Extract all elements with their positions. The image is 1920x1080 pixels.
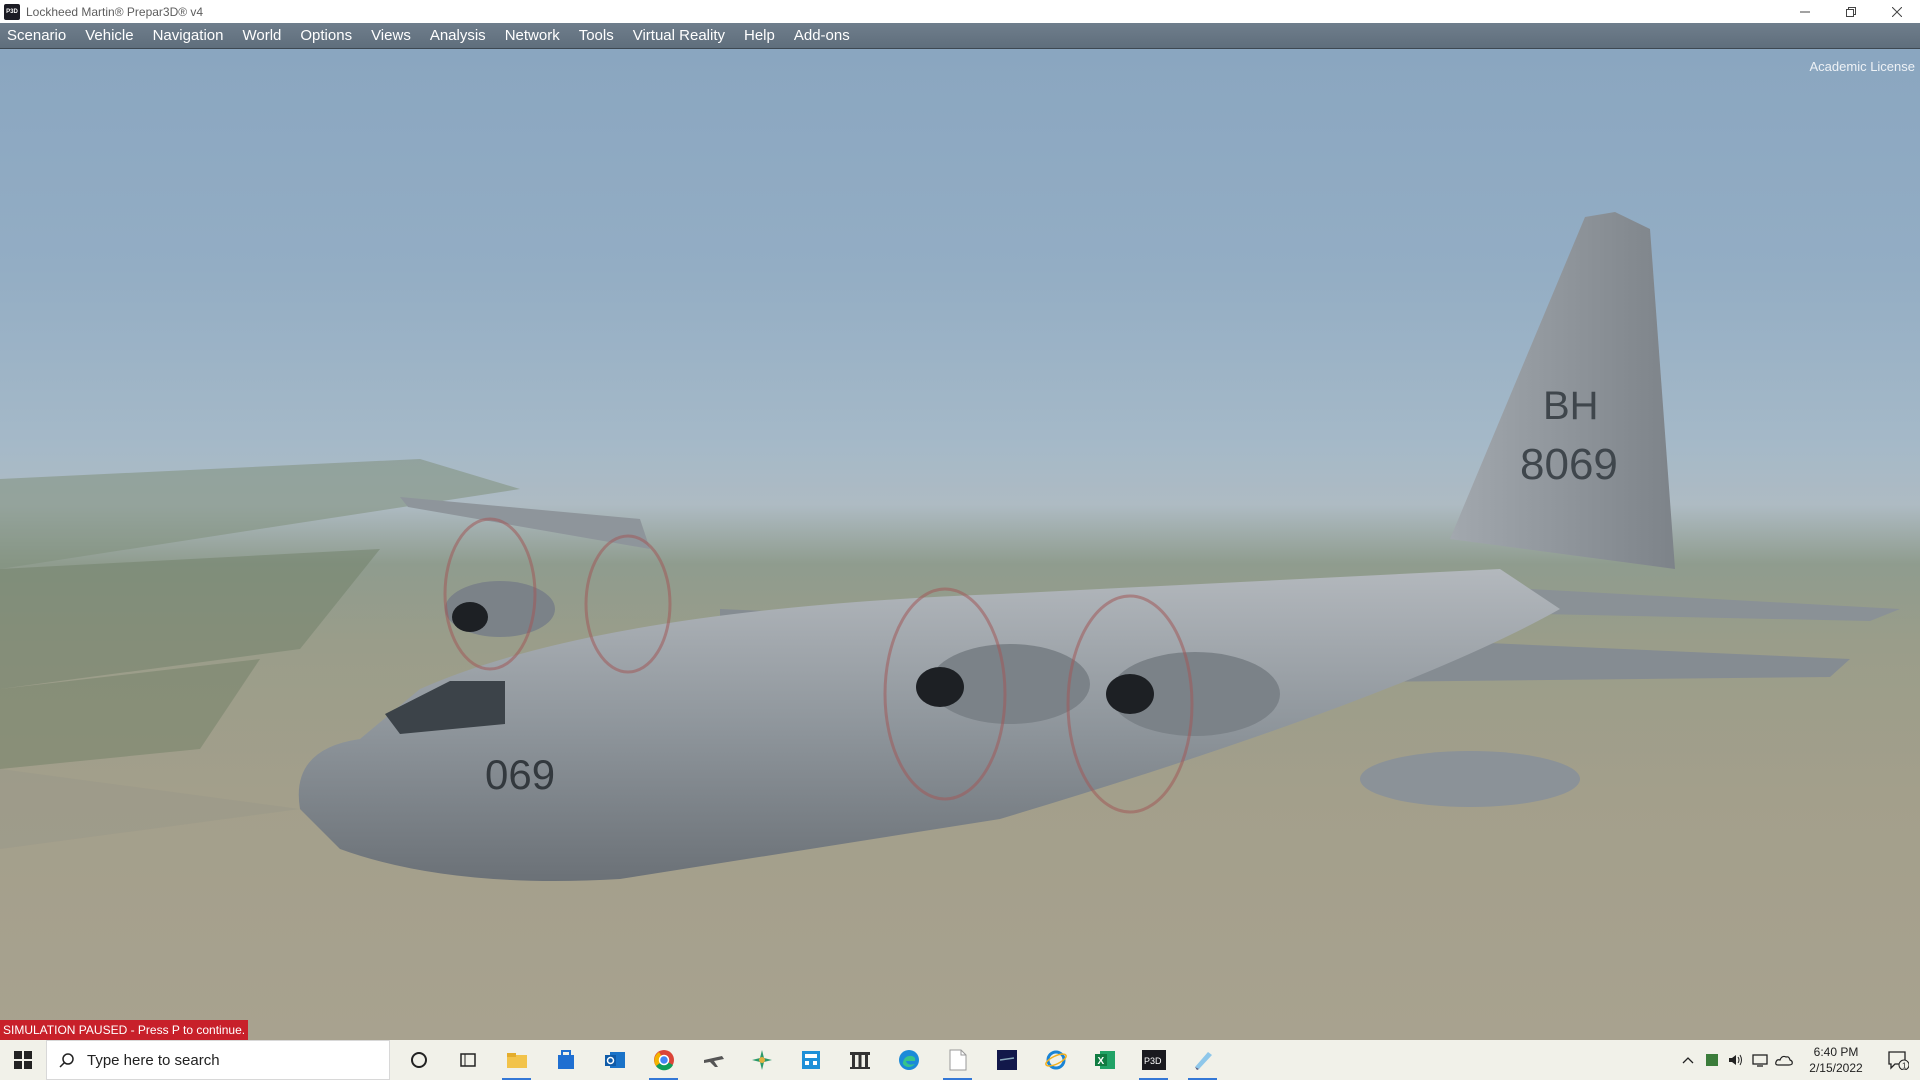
menu-views[interactable]: Views <box>363 23 422 49</box>
search-icon <box>59 1053 74 1068</box>
menu-bar: Scenario Vehicle Navigation World Option… <box>0 23 1920 49</box>
flight-app-icon[interactable] <box>688 1040 737 1080</box>
notification-count: 1 <box>1902 1062 1907 1071</box>
tray-app-icon[interactable] <box>1700 1040 1724 1080</box>
volume-icon[interactable] <box>1724 1040 1748 1080</box>
restore-icon <box>1846 6 1856 17</box>
building-app-icon[interactable] <box>835 1040 884 1080</box>
task-view-icon[interactable] <box>443 1040 492 1080</box>
menu-world[interactable]: World <box>234 23 292 49</box>
clock-date: 2/15/2022 <box>1809 1061 1863 1075</box>
app-logo-icon: P3D <box>4 3 20 20</box>
scene-render: BH 8069 069 <box>0 212 1900 881</box>
notepad-icon[interactable] <box>933 1040 982 1080</box>
outlook-icon[interactable] <box>590 1040 639 1080</box>
menu-add-ons[interactable]: Add-ons <box>786 23 861 49</box>
cortana-icon[interactable] <box>394 1040 443 1080</box>
taskbar: Type here to search X P3D 6:40 PM 2/15/2… <box>0 1040 1920 1080</box>
calculator-app-icon[interactable] <box>786 1040 835 1080</box>
minimize-button[interactable] <box>1782 0 1828 23</box>
menu-virtual-reality[interactable]: Virtual Reality <box>625 23 736 49</box>
window-title: Lockheed Martin® Prepar3D® v4 <box>26 4 204 19</box>
network-icon[interactable] <box>1748 1040 1772 1080</box>
p3d-icon-label: P3D <box>1144 1056 1162 1066</box>
close-button[interactable] <box>1874 0 1920 23</box>
tail-number-text: 8069 <box>1520 440 1618 489</box>
sim-viewport[interactable]: BH 8069 069 Academic License SIMULATION … <box>0 49 1920 1040</box>
title-bar: P3D Lockheed Martin® Prepar3D® v4 <box>0 0 1920 23</box>
taskbar-apps: X P3D <box>394 1040 1227 1080</box>
menu-scenario[interactable]: Scenario <box>0 23 77 49</box>
menu-network[interactable]: Network <box>497 23 571 49</box>
simulation-paused-banner: SIMULATION PAUSED - Press P to continue. <box>0 1020 249 1040</box>
p3d-icon[interactable]: P3D <box>1129 1040 1178 1080</box>
excel-icon[interactable]: X <box>1080 1040 1129 1080</box>
menu-analysis[interactable]: Analysis <box>422 23 497 49</box>
nose-number-text: 069 <box>485 751 555 798</box>
notification-center-button[interactable]: 1 <box>1876 1040 1920 1080</box>
menu-options[interactable]: Options <box>292 23 363 49</box>
license-label: Academic License <box>1809 59 1916 74</box>
search-placeholder: Type here to search <box>87 1051 220 1069</box>
close-icon <box>1892 6 1902 17</box>
restore-button[interactable] <box>1828 0 1874 23</box>
excel-icon-label: X <box>1097 1056 1104 1067</box>
clock-time: 6:40 PM <box>1813 1045 1859 1059</box>
taskbar-clock[interactable]: 6:40 PM 2/15/2022 <box>1796 1044 1876 1076</box>
menu-navigation[interactable]: Navigation <box>145 23 235 49</box>
horizontal-stabilizer <box>1530 589 1900 621</box>
chrome-icon[interactable] <box>639 1040 688 1080</box>
edge-icon[interactable] <box>884 1040 933 1080</box>
microsoft-store-icon[interactable] <box>541 1040 590 1080</box>
file-explorer-icon[interactable] <box>492 1040 541 1080</box>
start-button[interactable] <box>0 1040 46 1080</box>
menu-tools[interactable]: Tools <box>571 23 625 49</box>
notification-icon: 1 <box>1888 1051 1909 1071</box>
wing-app-icon[interactable] <box>1178 1040 1227 1080</box>
window-controls <box>1782 0 1920 23</box>
windows-logo-icon <box>14 1051 32 1069</box>
onedrive-icon[interactable] <box>1772 1040 1796 1080</box>
menu-vehicle[interactable]: Vehicle <box>77 23 144 49</box>
minimize-icon <box>1800 11 1810 12</box>
menu-help[interactable]: Help <box>736 23 786 49</box>
internet-explorer-icon[interactable] <box>1031 1040 1080 1080</box>
dark-app-icon[interactable] <box>982 1040 1031 1080</box>
system-tray: 6:40 PM 2/15/2022 1 <box>1676 1040 1920 1080</box>
aircraft-tool-icon[interactable] <box>737 1040 786 1080</box>
taskbar-search[interactable]: Type here to search <box>46 1040 390 1080</box>
tail-code-text: BH <box>1543 384 1599 428</box>
show-hidden-icons-chevron-icon[interactable] <box>1676 1040 1700 1080</box>
